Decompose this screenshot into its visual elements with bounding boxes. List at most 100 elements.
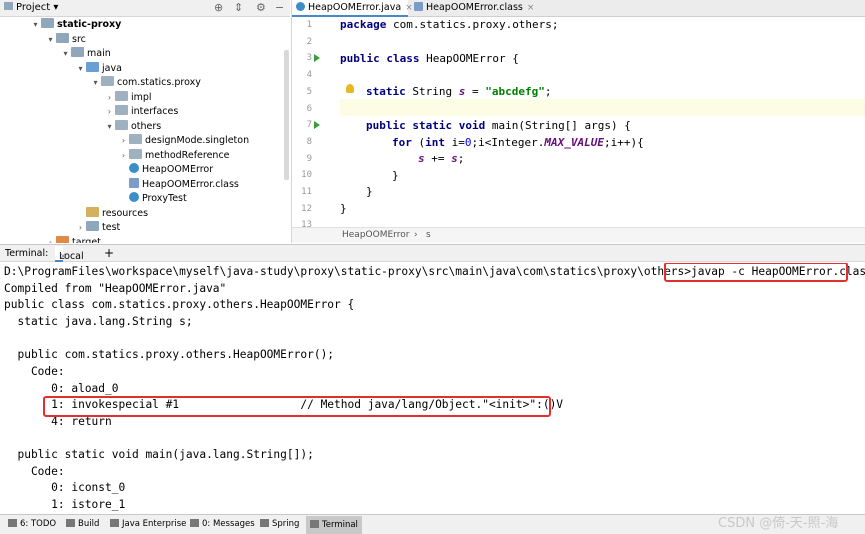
chevron-down-icon[interactable]: ▾ <box>104 120 115 134</box>
tool-window-icon <box>310 520 319 528</box>
folder-pkg-icon <box>101 76 114 86</box>
chevron-down-icon[interactable]: ▾ <box>60 47 71 61</box>
tool-window-button[interactable]: 6: TODO <box>8 519 56 529</box>
folder-res-icon <box>86 206 99 217</box>
code-line-11: } <box>366 185 373 198</box>
tree-item[interactable]: › methodReference <box>118 148 230 163</box>
line-number: 12 <box>301 203 312 214</box>
chevron-down-icon[interactable]: ▾ <box>45 33 56 47</box>
tool-window-icon <box>260 519 269 527</box>
tree-item[interactable]: ▾ com.statics.proxy <box>90 76 201 90</box>
project-panel-header: Project ▾ ⊕ ⇕ ⚙ − <box>0 0 290 17</box>
terminal-line: Code: <box>4 464 65 478</box>
tool-window-button[interactable]: Terminal <box>306 516 362 534</box>
tree-item-label: others <box>131 120 162 132</box>
line-number: 4 <box>306 70 312 81</box>
tree-item[interactable]: › target <box>45 235 101 244</box>
close-icon[interactable]: × <box>527 3 535 13</box>
tool-window-icon <box>8 519 17 527</box>
tool-window-icon <box>66 519 75 527</box>
chevron-right-icon[interactable]: › <box>118 149 129 163</box>
chevron-down-icon[interactable]: ▾ <box>30 18 41 32</box>
tree-item[interactable]: ▾ src <box>45 32 86 47</box>
tool-window-label: Java Enterprise <box>122 519 187 529</box>
project-panel-title[interactable]: Project ▾ <box>4 2 58 13</box>
locate-icon[interactable]: ⊕ <box>214 1 223 14</box>
folder-icon <box>86 221 99 231</box>
tree-item[interactable]: ProxyTest <box>118 192 187 206</box>
classfile-icon <box>129 177 139 188</box>
terminal-line: public static void main(java.lang.String… <box>4 448 314 462</box>
folder-pkg-icon <box>115 105 128 115</box>
chevron-right-icon[interactable]: › <box>75 221 86 235</box>
class-icon <box>296 2 305 11</box>
chevron-down-icon[interactable]: ▾ <box>90 76 101 90</box>
line-number: 6 <box>306 103 312 114</box>
tree-item-label: impl <box>131 91 152 103</box>
tool-window-button[interactable]: Java Enterprise <box>110 519 186 529</box>
tab-heapoomerror-class[interactable]: HeapOOMError.class × <box>410 0 534 17</box>
highlight-box-command <box>664 263 848 282</box>
line-number: 11 <box>301 187 312 197</box>
current-line-highlight <box>340 99 865 116</box>
line-number: 3 <box>306 53 312 64</box>
line-number: 1 <box>306 20 312 30</box>
folder-src-icon <box>86 61 99 72</box>
run-icon[interactable] <box>314 54 320 63</box>
chevron-right-icon[interactable]: › <box>104 91 115 105</box>
gear-icon[interactable]: ⚙ <box>256 1 266 14</box>
tool-window-label: Build <box>78 519 100 529</box>
tree-item[interactable]: › interfaces <box>104 105 178 119</box>
tree-item-label: src <box>72 33 86 45</box>
tool-window-label: 0: Messages <box>202 519 255 529</box>
line-number: 7 <box>306 120 312 131</box>
tree-item-label: resources <box>102 207 149 219</box>
tree-item[interactable]: ▾ java <box>75 61 122 76</box>
lightbulb-icon[interactable] <box>346 84 354 93</box>
tree-item[interactable]: › designMode.singleton <box>118 134 249 148</box>
folder-pkg-icon <box>129 148 142 159</box>
tree-item-label: target <box>72 236 101 244</box>
project-scrollbar[interactable] <box>284 50 289 180</box>
tool-window-button[interactable]: Build <box>66 519 99 529</box>
tree-item[interactable]: HeapOOMError <box>118 163 213 177</box>
tree-item-label: designMode.singleton <box>145 135 250 146</box>
line-number: 9 <box>306 153 312 164</box>
run-icon[interactable] <box>314 121 320 130</box>
hide-icon[interactable]: − <box>275 1 284 14</box>
tree-item[interactable]: resources <box>75 206 149 221</box>
terminal-label: Terminal: <box>5 248 49 259</box>
terminal-line: 0: iconst_0 <box>4 481 126 495</box>
tree-item[interactable]: ▾ static-proxy <box>30 18 121 32</box>
line-gutter: 1 2 3 4 5 6 7 8 9 10 11 12 13 <box>292 17 339 230</box>
tree-item[interactable]: › impl <box>104 90 152 105</box>
tree-item[interactable]: ▾ main <box>60 47 111 61</box>
breadcrumb-item[interactable]: HeapOOMError <box>342 230 409 240</box>
chevron-down-icon[interactable]: ▾ <box>75 62 86 76</box>
add-tab-button[interactable]: + <box>104 246 114 260</box>
editor: HeapOOMError.java × HeapOOMError.class × 1… <box>291 0 865 243</box>
tool-window-button[interactable]: Spring <box>260 519 299 529</box>
chevron-right-icon[interactable]: › <box>104 105 115 119</box>
chevron-right-icon[interactable]: › <box>45 236 56 244</box>
tool-window-label: 6: TODO <box>20 519 57 529</box>
tree-item-label: static-proxy <box>57 19 122 30</box>
terminal-line: 0: aload_0 <box>4 381 119 395</box>
breadcrumb-item[interactable]: s <box>426 230 431 240</box>
line-number: 8 <box>306 136 312 147</box>
tree-item[interactable]: ▾ others <box>104 119 162 134</box>
chevron-right-icon[interactable]: › <box>118 134 129 148</box>
folder-pkg-icon <box>129 134 142 144</box>
tree-item[interactable]: HeapOOMError.class <box>118 177 239 192</box>
tree-item[interactable]: › test <box>75 221 120 235</box>
class-icon <box>129 163 139 173</box>
code-area[interactable]: package com.statics.proxy.others; public… <box>340 17 865 227</box>
collapse-icon[interactable]: ⇕ <box>234 1 243 14</box>
terminal-tab-local[interactable]: Local × <box>55 246 84 262</box>
terminal-output[interactable]: D:\ProgramFiles\workspace\myself\java-st… <box>0 263 865 514</box>
terminal-header: Terminal: Local × + <box>0 244 865 262</box>
tab-heapoomerror-java[interactable]: HeapOOMError.java × <box>292 0 413 17</box>
tree-item-label: test <box>102 222 121 233</box>
terminal-line: Compiled from "HeapOOMError.java" <box>4 281 227 295</box>
tool-window-button[interactable]: 0: Messages <box>190 519 255 529</box>
